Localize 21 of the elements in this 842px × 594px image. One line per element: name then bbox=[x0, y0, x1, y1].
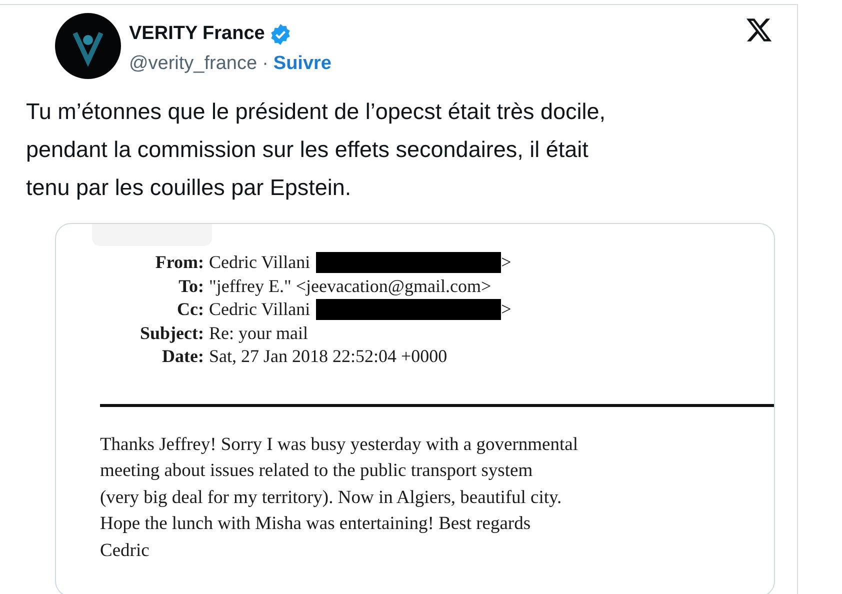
header-label: From: bbox=[154, 251, 204, 274]
header-value: Cedric Villani bbox=[209, 298, 310, 321]
x-logo-icon[interactable] bbox=[744, 16, 774, 44]
email-screenshot[interactable] bbox=[55, 223, 775, 594]
header-value: Re: your mail bbox=[209, 322, 308, 345]
account-handle[interactable]: @verity_france bbox=[129, 53, 258, 75]
header-label: Cc: bbox=[176, 298, 204, 321]
account-name[interactable]: VERITY France bbox=[129, 23, 265, 45]
angle-bracket: > bbox=[501, 251, 512, 274]
tweet-text: Tu m’étonnes que le président de l’opecst était très docile, pendant la commission sur les effets secondaires, il était tenu par les couilles par Epstein. bbox=[26, 98, 606, 202]
follow-link[interactable]: Suivre bbox=[273, 53, 332, 75]
separator: · bbox=[262, 53, 268, 75]
email-body: Thanks Jeffrey! Sorry I was busy yesterday with a governmental meeting about issues related to the public transport system (very big deal for my territory). Now in Algiers, beautiful city. Hope the lunch with Misha was entertaining! Best regards Cedric bbox=[100, 434, 579, 562]
header-label: Date: bbox=[161, 345, 204, 368]
avatar[interactable] bbox=[55, 13, 121, 79]
header-label: To: bbox=[178, 274, 204, 298]
header-label: Subject: bbox=[139, 322, 204, 345]
header-value: Cedric Villani bbox=[209, 251, 310, 274]
header-value: "jeffrey E." <jeevacation@gmail.com> bbox=[209, 274, 492, 298]
angle-bracket: > bbox=[501, 298, 512, 321]
header-value: Sat, 27 Jan 2018 22:52:04 +0000 bbox=[209, 345, 448, 368]
